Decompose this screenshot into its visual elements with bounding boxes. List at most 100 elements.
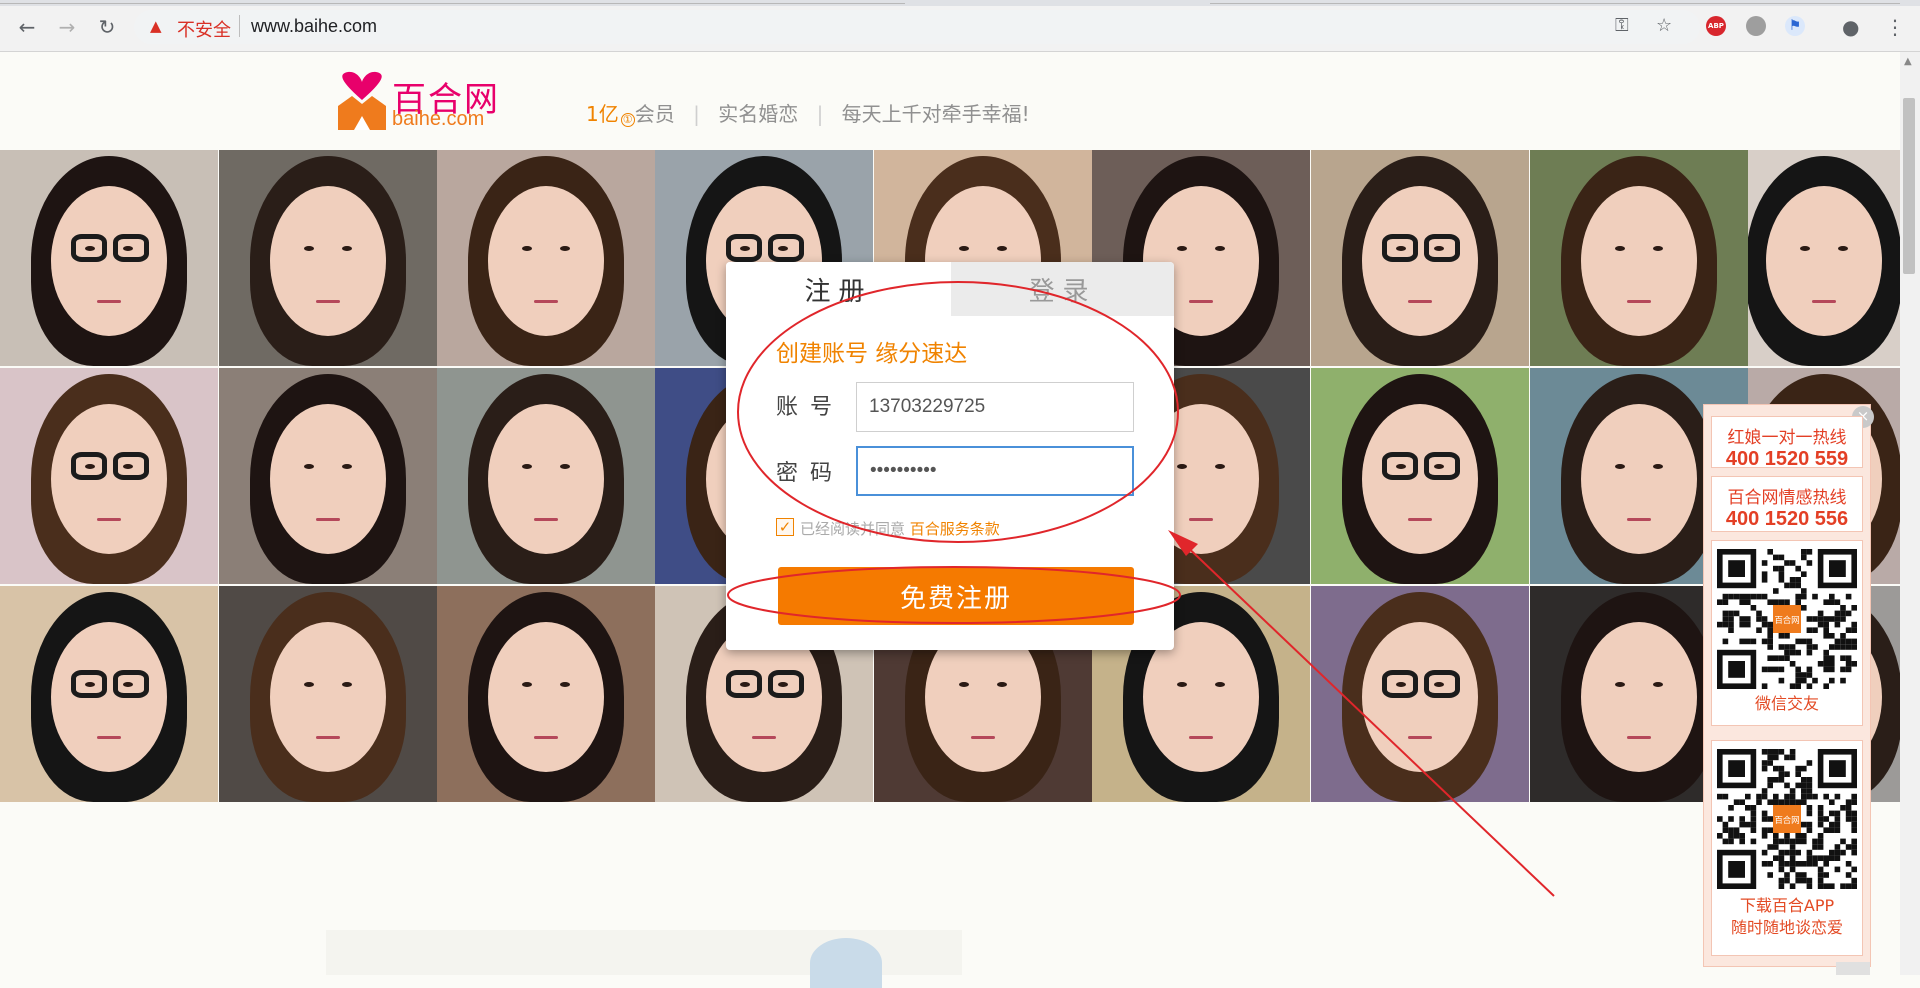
photo-eye: [560, 246, 570, 251]
photo-eye: [1615, 464, 1625, 469]
member-photo[interactable]: [437, 150, 655, 366]
star-bookmark-icon[interactable]: ☆: [1656, 15, 1672, 36]
app-qr-block[interactable]: 百合网 下载百合APP 随时随地谈恋爱: [1711, 740, 1863, 956]
member-photo[interactable]: [0, 150, 218, 366]
photo-face: [51, 186, 167, 336]
qr-module: [1823, 633, 1829, 639]
member-photo[interactable]: [219, 368, 437, 584]
qr-module: [1829, 599, 1835, 605]
reload-icon[interactable]: ↻: [94, 14, 120, 40]
member-photo[interactable]: [1311, 368, 1529, 584]
adblock-extension-icon[interactable]: ABP: [1706, 16, 1726, 36]
profile-avatar-icon[interactable]: ●: [1842, 15, 1859, 39]
member-photo[interactable]: [437, 368, 655, 584]
extension-circle-icon[interactable]: [1746, 16, 1766, 36]
qr-module: [1739, 621, 1745, 628]
scrollbar-thumb[interactable]: [1903, 98, 1915, 274]
qr-module: [1817, 883, 1824, 889]
browser-tab[interactable]: [0, 0, 905, 4]
key-icon[interactable]: ⚿: [1615, 15, 1629, 36]
wechat-qr-block[interactable]: 百合网 微信交友: [1711, 540, 1863, 726]
qr-module: [1817, 872, 1824, 878]
account-input[interactable]: 13703229725: [856, 382, 1134, 432]
forward-arrow-icon[interactable]: →: [54, 14, 80, 40]
member-photo[interactable]: [1748, 150, 1900, 366]
qr-module: [1789, 844, 1796, 850]
qr-module: [1823, 816, 1829, 822]
qr-module: [1801, 593, 1807, 600]
agree-checkbox[interactable]: ✓: [776, 518, 794, 536]
logo-english-text[interactable]: baihe.com: [392, 108, 484, 131]
menu-kebab-icon[interactable]: ⋮: [1885, 15, 1905, 39]
free-register-button[interactable]: 免费注册: [778, 567, 1134, 625]
qr-module: [1773, 599, 1779, 605]
qr-module: [1767, 633, 1773, 639]
qr-module: [1840, 838, 1846, 845]
photo-eye: [522, 246, 532, 251]
member-photo[interactable]: [219, 586, 437, 802]
photo-eye: [522, 682, 532, 687]
photo-eye: [1653, 682, 1663, 687]
photo-mouth: [316, 518, 340, 521]
qr-module: [1834, 816, 1841, 822]
extension-flag-icon[interactable]: ⚑: [1785, 16, 1805, 36]
warning-triangle-icon[interactable]: ▲: [150, 17, 162, 35]
member-photo[interactable]: [1311, 586, 1529, 802]
terms-link[interactable]: 百合服务条款: [910, 520, 1000, 538]
tab-login[interactable]: 登录: [951, 262, 1174, 316]
qr-module: [1767, 861, 1773, 867]
qr-module: [1795, 849, 1801, 856]
photo-mouth: [534, 736, 558, 739]
member-photo[interactable]: [0, 586, 218, 802]
qr-module: [1761, 593, 1768, 600]
member-photo[interactable]: [1530, 150, 1748, 366]
qr-module: [1728, 805, 1734, 811]
qr-module: [1806, 877, 1813, 884]
qr-module: [1728, 610, 1734, 617]
member-photo[interactable]: [1311, 150, 1529, 366]
photo-mouth: [534, 300, 558, 303]
not-secure-label[interactable]: 不安全: [177, 16, 231, 42]
qr-module: [1829, 677, 1835, 684]
scroll-up-arrow-icon[interactable]: ▲: [1904, 56, 1912, 67]
qr-module: [1829, 655, 1835, 661]
member-photo[interactable]: [437, 586, 655, 802]
qr-module: [1845, 816, 1852, 822]
qr-module: [1773, 855, 1779, 861]
qr-module: [1728, 593, 1734, 600]
emotion-hotline[interactable]: 百合网情感热线 400 1520 556: [1711, 476, 1863, 532]
photo-face: [51, 622, 167, 772]
photo-eye: [560, 682, 570, 687]
tab-register[interactable]: 注册: [726, 262, 951, 316]
qr-module: [1778, 599, 1785, 605]
url-text[interactable]: www.baihe.com: [251, 16, 377, 37]
qr-module: [1778, 633, 1785, 639]
back-arrow-icon[interactable]: ←: [14, 14, 40, 40]
photo-glasses: [1382, 234, 1418, 262]
footnote-marker: ①: [620, 113, 635, 127]
qr-module: [1795, 771, 1801, 777]
qr-module: [1840, 605, 1846, 611]
slogan-divider: |: [816, 102, 824, 126]
account-label: 账号: [776, 395, 845, 420]
qr-module: [1840, 616, 1846, 622]
qr-module: [1784, 754, 1790, 761]
browser-tab[interactable]: [1210, 0, 1900, 4]
member-photo[interactable]: [0, 368, 218, 584]
matchmaker-hotline[interactable]: 红娘一对一热线 400 1520 559: [1711, 416, 1863, 470]
baihe-logo-icon[interactable]: [334, 70, 390, 130]
qr-module: [1773, 666, 1779, 673]
qr-module: [1784, 838, 1790, 845]
qr-module: [1745, 621, 1751, 628]
member-photo[interactable]: [219, 150, 437, 366]
qr-module: [1789, 644, 1796, 650]
qr-module: [1834, 793, 1841, 800]
qr-module: [1722, 593, 1729, 600]
photo-mouth: [1627, 736, 1651, 739]
qr-module: [1789, 855, 1796, 861]
qr-module: [1851, 816, 1857, 822]
photo-glasses: [726, 234, 762, 262]
qr-module: [1773, 777, 1779, 783]
qr-module: [1761, 861, 1768, 867]
password-input[interactable]: ••••••••••: [856, 446, 1134, 496]
